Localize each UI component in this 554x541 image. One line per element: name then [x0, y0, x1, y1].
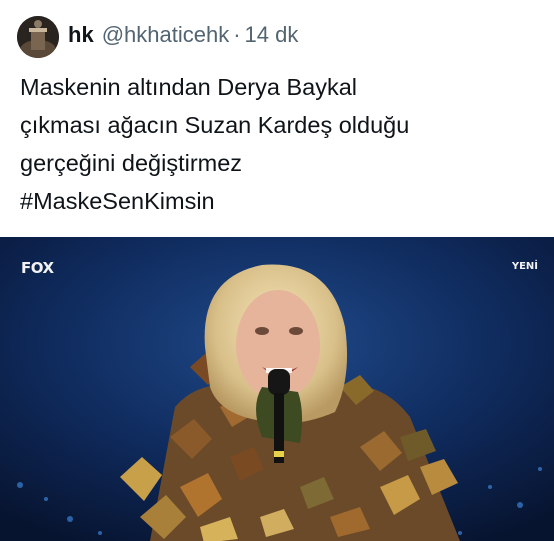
hashtag-link[interactable]: #MaskeSenKimsin [20, 182, 540, 220]
tweet-text-line: çıkması ağacın Suzan Kardeş olduğu [20, 112, 410, 138]
avatar-image [17, 16, 59, 58]
microphone [268, 369, 290, 395]
tweet-text: Maskenin altından Derya Baykal çıkması a… [20, 68, 540, 220]
separator-dot: · [233, 22, 241, 47]
tweet-timestamp[interactable]: 14 dk [245, 22, 299, 48]
author-avatar[interactable] [17, 16, 59, 58]
tweet-media-image[interactable]: FOX YENİ [0, 237, 554, 541]
tweet-text-line: gerçeğini değiştirmez [20, 150, 243, 176]
tweet-text-line: Maskenin altından Derya Baykal [20, 74, 358, 100]
channel-logo: FOX [21, 259, 54, 277]
tweet-header: hk @hkhaticehk · 14 dk [68, 22, 298, 52]
author-name[interactable]: hk [68, 22, 94, 48]
new-badge: YENİ [511, 261, 538, 272]
tweet-card[interactable]: hk @hkhaticehk · 14 dk Maskenin altından… [0, 0, 554, 541]
author-handle[interactable]: @hkhaticehk [102, 22, 230, 48]
stage-photo [0, 237, 554, 541]
